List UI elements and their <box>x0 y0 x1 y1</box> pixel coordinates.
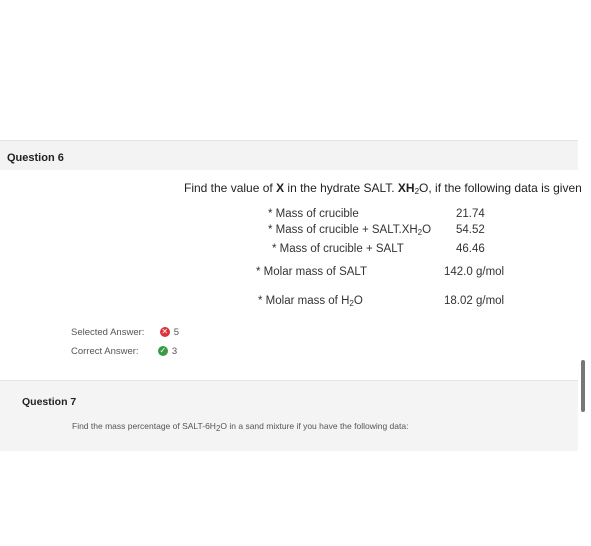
question-6-title: Question 6 <box>7 152 64 164</box>
data-row-label: * Mass of crucible <box>268 208 359 220</box>
label-text: * Mass of crucible + SALT.XH <box>268 224 418 236</box>
label-text: * Molar mass of SALT <box>256 266 367 278</box>
selected-answer: Selected Answer: ✕ 5 <box>71 327 179 338</box>
label-text-end: O <box>422 224 432 236</box>
prompt-text-end: O, if the following data is given <box>419 181 582 195</box>
correct-answer-value: 3 <box>171 346 178 357</box>
q7-text-end: O in a sand mixture if you have the foll… <box>220 421 409 431</box>
data-row-value: 18.02 g/mol <box>444 295 505 307</box>
q7-text-start: Find the mass percentage of SALT-6H <box>72 421 216 431</box>
data-row-value: 21.74 <box>456 208 485 220</box>
correct-answer-label: Correct Answer: <box>71 346 139 357</box>
check-circle-icon: ✓ <box>157 346 168 357</box>
label-text: * Molar mass of H <box>258 295 350 307</box>
prompt-text-middle: in the hydrate SALT. <box>284 181 398 195</box>
question-6-header <box>0 140 578 171</box>
question-7-title: Question 7 <box>22 396 77 408</box>
data-row-value: 142.0 g/mol <box>444 266 505 278</box>
prompt-text-start: Find the value of <box>184 181 277 195</box>
data-row-label: * Mass of crucible + SALT.XH2O <box>268 224 431 237</box>
correct-answer: Correct Answer: ✓ 3 <box>71 346 177 357</box>
data-row-value: 54.52 <box>456 224 485 236</box>
label-text-end: O <box>353 295 363 307</box>
scrollbar-thumb[interactable] <box>581 360 585 412</box>
selected-answer-value: 5 <box>173 327 179 338</box>
question-7-prompt: Find the mass percentage of SALT-6H2O in… <box>72 421 408 433</box>
label-text: * Mass of crucible + SALT <box>272 243 404 255</box>
data-row-label: * Molar mass of SALT <box>256 266 367 278</box>
label-text: * Mass of crucible <box>268 208 359 220</box>
x-circle-icon: ✕ <box>159 327 170 338</box>
prompt-x: X <box>276 181 285 195</box>
data-row-label: * Molar mass of H2O <box>258 295 363 308</box>
question-7-panel <box>0 380 578 451</box>
prompt-xh: XH <box>397 181 415 195</box>
data-row-label: * Mass of crucible + SALT <box>272 243 404 255</box>
question-6-prompt: Find the value of X in the hydrate SALT.… <box>184 181 582 196</box>
selected-answer-label: Selected Answer: <box>71 327 145 338</box>
data-row-value: 46.46 <box>456 243 485 255</box>
